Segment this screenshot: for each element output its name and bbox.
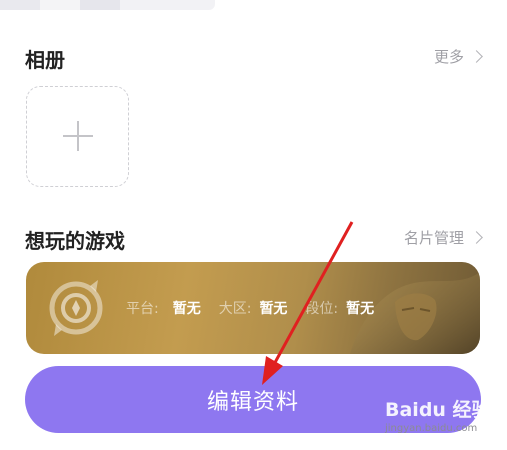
chevron-right-icon xyxy=(470,50,483,63)
game-card-info: 平台: 暂无 大区: 暂无 段位: 暂无 xyxy=(126,298,392,318)
platform-label: 平台: xyxy=(126,301,159,317)
blurred-header-remnant xyxy=(0,0,215,10)
rank-value: 暂无 xyxy=(346,301,375,317)
region-value: 暂无 xyxy=(259,301,288,317)
baidu-watermark: Baidu 经验 jingyan.baidu.com xyxy=(385,395,495,440)
card-manage-label: 名片管理 xyxy=(403,229,464,247)
region-label: 大区: xyxy=(218,301,252,317)
card-manage-link[interactable]: 名片管理 xyxy=(403,227,483,248)
add-photo-button[interactable] xyxy=(26,86,129,187)
chevron-right-icon xyxy=(470,231,483,244)
rank-label: 段位: xyxy=(305,301,339,317)
album-more-label: 更多 xyxy=(433,48,464,66)
album-title: 相册 xyxy=(25,48,65,72)
game-card[interactable]: 平台: 暂无 大区: 暂无 段位: 暂无 xyxy=(26,262,480,354)
plus-icon xyxy=(77,121,79,151)
watermark-url: jingyan.baidu.com xyxy=(385,423,478,434)
games-title: 想玩的游戏 xyxy=(25,229,125,253)
game-logo-icon xyxy=(49,280,103,336)
platform-value: 暂无 xyxy=(172,301,201,317)
album-more-link[interactable]: 更多 xyxy=(433,46,483,67)
watermark-brand: Baidu 经验 xyxy=(385,399,491,421)
